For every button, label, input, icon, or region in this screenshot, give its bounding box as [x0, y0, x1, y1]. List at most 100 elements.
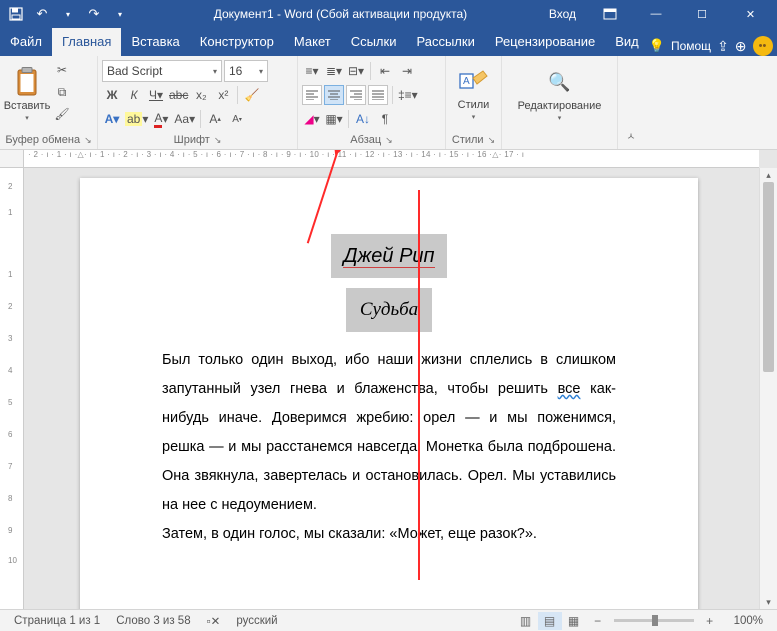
zoom-in-icon[interactable]: + — [698, 612, 722, 630]
tab-view[interactable]: Вид — [605, 28, 649, 56]
feedback-icon[interactable]: •• — [753, 36, 773, 56]
numbering-icon[interactable]: ≣▾ — [324, 61, 344, 81]
zoom-level[interactable]: 100% — [726, 615, 771, 627]
status-words[interactable]: Слово 3 из 58 — [108, 615, 198, 627]
styles-label: Стили — [458, 99, 490, 111]
comment-icon[interactable]: ⊕ — [735, 38, 747, 55]
font-launcher[interactable]: ↘ — [214, 135, 222, 146]
status-language[interactable]: русский — [228, 615, 285, 627]
tab-mailings[interactable]: Рассылки — [406, 28, 484, 56]
scroll-down-icon[interactable]: ▾ — [760, 595, 777, 609]
page[interactable]: Джей Рип Судьба Был только один выход, и… — [80, 178, 698, 609]
paste-button[interactable]: Вставить ▾ — [4, 58, 50, 130]
change-case-button[interactable]: Aa▾ — [173, 109, 196, 129]
tab-layout[interactable]: Макет — [284, 28, 341, 56]
horizontal-ruler[interactable]: · 2 · ı · 1 · ı ·△· ı · 1 · ı · 2 · ı · … — [24, 150, 759, 168]
cut-icon[interactable]: ✂ — [52, 60, 72, 80]
clipboard-launcher[interactable]: ↘ — [84, 135, 92, 146]
align-left-icon[interactable] — [302, 85, 322, 105]
window-title: Документ1 - Word (Сбой активации продукт… — [132, 7, 549, 21]
font-group-label: Шрифт — [174, 134, 210, 146]
tab-file[interactable]: Файл — [0, 28, 52, 56]
strike-button[interactable]: abc — [168, 85, 189, 105]
subscript-button[interactable]: x₂ — [191, 85, 211, 105]
vertical-ruler[interactable]: 21 12 34 56 78 910 — [0, 168, 24, 609]
decrease-indent-icon[interactable]: ⇤ — [375, 61, 395, 81]
underline-button[interactable]: Ч▾ — [146, 85, 166, 105]
clear-format-icon[interactable]: 🧹 — [242, 85, 262, 105]
save-icon[interactable] — [4, 2, 28, 26]
zoom-slider[interactable] — [614, 619, 694, 622]
paragraph-group-label: Абзац — [350, 134, 381, 146]
document-area: · 2 · ı · 1 · ı ·△· ı · 1 · ı · 2 · ı · … — [0, 150, 777, 609]
align-right-icon[interactable] — [346, 85, 366, 105]
font-color-icon[interactable]: A▾ — [151, 109, 171, 129]
tab-home[interactable]: Главная — [52, 28, 121, 56]
borders-icon[interactable]: ▦▾ — [324, 109, 344, 129]
zoom-out-icon[interactable]: − — [586, 612, 610, 630]
styles-group-label: Стили — [452, 134, 484, 146]
clipboard-group-label: Буфер обмена — [5, 134, 80, 146]
read-mode-icon[interactable]: ▥ — [514, 612, 538, 630]
document-body[interactable]: Джей Рип Судьба Был только один выход, и… — [80, 178, 698, 569]
doc-paragraph-1: Был только один выход, ибо наши жизни сп… — [162, 346, 616, 520]
paste-label: Вставить — [4, 100, 51, 112]
maximize-icon[interactable]: ☐ — [682, 0, 722, 28]
login-link[interactable]: Вход — [549, 7, 584, 21]
doc-title-author: Джей Рип — [343, 245, 434, 268]
qat-dd[interactable]: ▾ — [56, 2, 80, 26]
ruler-corner — [0, 150, 24, 168]
status-proof-icon[interactable]: ▫✕ — [199, 614, 229, 628]
doc-paragraph-2: Затем, в один голос, мы сказали: «Может,… — [162, 520, 616, 549]
tell-me-icon[interactable]: 💡 — [649, 38, 665, 54]
styles-button[interactable]: A Стили ▾ — [450, 58, 497, 130]
scroll-up-icon[interactable]: ▴ — [760, 168, 777, 182]
tab-references[interactable]: Ссылки — [341, 28, 407, 56]
editing-label: Редактирование — [518, 100, 602, 112]
minimize-icon[interactable]: — — [636, 0, 676, 28]
redo-icon[interactable]: ↷ — [82, 2, 106, 26]
web-layout-icon[interactable]: ▦ — [562, 612, 586, 630]
status-page[interactable]: Страница 1 из 1 — [6, 615, 108, 627]
tell-me-label[interactable]: Помощ — [671, 39, 711, 53]
font-size-combo[interactable]: 16▾ — [224, 60, 268, 82]
ribbon-options-icon[interactable] — [590, 0, 630, 28]
copy-icon[interactable]: ⧉ — [52, 82, 72, 102]
styles-launcher[interactable]: ↘ — [488, 135, 496, 146]
sort-icon[interactable]: A↓ — [353, 109, 373, 129]
shading-icon[interactable]: ◢▾ — [302, 109, 322, 129]
highlight-icon[interactable]: ab▾ — [124, 109, 149, 129]
titlebar: ↶ ▾ ↷ ▾ Документ1 - Word (Сбой активации… — [0, 0, 777, 28]
tab-design[interactable]: Конструктор — [190, 28, 284, 56]
styles-icon: A — [458, 67, 490, 97]
align-center-icon[interactable] — [324, 85, 344, 105]
bullets-icon[interactable]: ≡▾ — [302, 61, 322, 81]
show-marks-icon[interactable]: ¶ — [375, 109, 395, 129]
vertical-scrollbar[interactable]: ▴ ▾ — [759, 168, 777, 609]
find-icon: 🔍 — [544, 66, 576, 98]
print-layout-icon[interactable]: ▤ — [538, 612, 562, 630]
multilevel-icon[interactable]: ⊟▾ — [346, 61, 366, 81]
paragraph-launcher[interactable]: ↘ — [385, 135, 393, 146]
annotation-line-2 — [418, 190, 420, 580]
bold-button[interactable]: Ж — [102, 85, 122, 105]
shrink-font-icon[interactable]: A▾ — [227, 109, 247, 129]
font-name-combo[interactable]: Bad Script▾ — [102, 60, 222, 82]
increase-indent-icon[interactable]: ⇥ — [397, 61, 417, 81]
grow-font-icon[interactable]: A▴ — [205, 109, 225, 129]
tab-review[interactable]: Рецензирование — [485, 28, 605, 56]
superscript-button[interactable]: x² — [213, 85, 233, 105]
text-effects-icon[interactable]: A▾ — [102, 109, 122, 129]
tab-insert[interactable]: Вставка — [121, 28, 189, 56]
share-icon[interactable]: ⇪ — [717, 38, 729, 55]
collapse-ribbon-icon[interactable]: ㅅ — [618, 56, 644, 149]
justify-icon[interactable] — [368, 85, 388, 105]
qat-customize[interactable]: ▾ — [108, 2, 132, 26]
close-icon[interactable]: ✕ — [728, 0, 773, 28]
italic-button[interactable]: К — [124, 85, 144, 105]
scroll-thumb[interactable] — [763, 182, 774, 372]
editing-button[interactable]: 🔍 Редактирование ▾ — [508, 58, 612, 130]
format-painter-icon[interactable]: 🖌 — [52, 104, 72, 124]
undo-icon[interactable]: ↶ — [30, 2, 54, 26]
line-spacing-icon[interactable]: ‡≡▾ — [397, 85, 419, 105]
